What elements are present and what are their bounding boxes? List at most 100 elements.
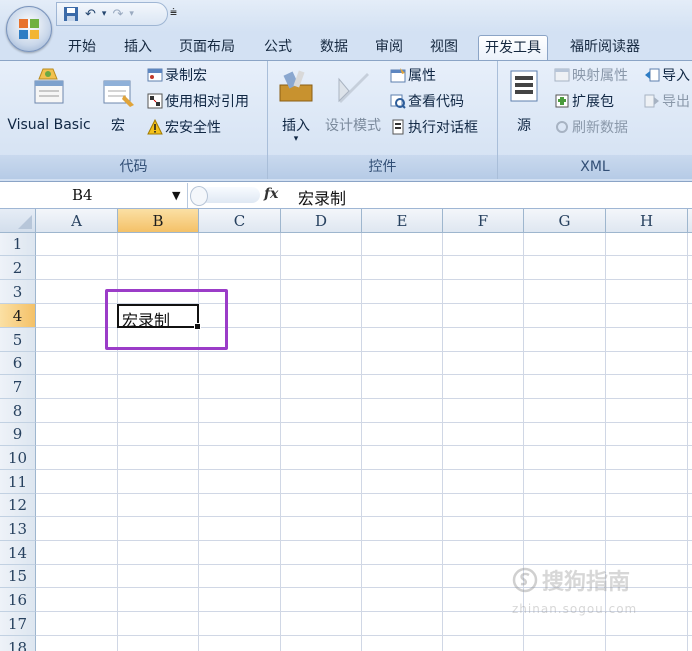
import-button[interactable]: 导入 xyxy=(644,65,690,85)
tab-view[interactable]: 视图 xyxy=(424,35,464,60)
tab-home[interactable]: 开始 xyxy=(62,35,102,60)
gridline xyxy=(36,540,692,541)
column-header-h[interactable]: H xyxy=(606,209,688,233)
row-header-17[interactable]: 17 xyxy=(0,612,36,636)
column-header-i[interactable] xyxy=(688,209,692,233)
import-label: 导入 xyxy=(662,68,690,84)
row-header-2[interactable]: 2 xyxy=(0,256,36,280)
row-header-4[interactable]: 4 xyxy=(0,304,36,328)
export-button[interactable]: 导出 xyxy=(644,91,690,111)
row-header-8[interactable]: 8 xyxy=(0,399,36,423)
row-header-18[interactable]: 18 xyxy=(0,636,36,651)
formula-bar: B4 ▼ fx 宏录制 xyxy=(0,183,692,209)
view-code-icon xyxy=(390,94,406,109)
properties-button[interactable]: 属性 xyxy=(390,65,436,85)
row-header-9[interactable]: 9 xyxy=(0,423,36,446)
design-mode-button[interactable]: 设计模式 xyxy=(320,67,386,135)
tab-data[interactable]: 数据 xyxy=(314,35,354,60)
title-bar: ↶ ▾ ↷ ▾ ⩧ xyxy=(0,0,692,32)
row-header-10[interactable]: 10 xyxy=(0,446,36,470)
row-header-5[interactable]: 5 xyxy=(0,328,36,352)
gridline xyxy=(36,279,692,280)
tab-foxit-reader[interactable]: 福昕阅读器 xyxy=(564,35,646,60)
properties-label: 属性 xyxy=(408,68,436,84)
expansion-packs-label: 扩展包 xyxy=(572,94,614,110)
column-header-e[interactable]: E xyxy=(362,209,443,233)
undo-icon[interactable]: ↶ xyxy=(85,7,96,22)
formula-bar-resize-handle[interactable] xyxy=(190,186,208,206)
formula-input[interactable]: 宏录制 xyxy=(298,185,346,209)
row-header-16[interactable]: 16 xyxy=(0,588,36,612)
column-header-a[interactable]: A xyxy=(36,209,118,233)
gridline xyxy=(36,255,692,256)
ribbon: Visual Basic 宏 录制宏 使用相对引用 宏安全性 代码 插入 ▾ 设… xyxy=(0,60,692,182)
macros-label: 宏 xyxy=(111,118,125,134)
column-header-g[interactable]: G xyxy=(524,209,606,233)
column-header-c[interactable]: C xyxy=(199,209,281,233)
visual-basic-button[interactable]: Visual Basic xyxy=(6,67,92,133)
run-dialog-icon xyxy=(392,119,404,135)
row-header-7[interactable]: 7 xyxy=(0,375,36,399)
watermark-url: zhinan.sogou.com xyxy=(512,602,638,616)
source-button[interactable]: 源 xyxy=(504,69,544,135)
redo-icon[interactable]: ↷ xyxy=(112,7,123,22)
gridline xyxy=(36,516,692,517)
view-code-label: 查看代码 xyxy=(408,94,464,110)
insert-control-button[interactable]: 插入 ▾ xyxy=(274,67,318,144)
relative-reference-button[interactable]: 使用相对引用 xyxy=(147,91,249,111)
row-header-1[interactable]: 1 xyxy=(0,233,36,256)
name-box-dropdown-icon[interactable]: ▼ xyxy=(172,189,180,202)
tab-formulas[interactable]: 公式 xyxy=(258,35,298,60)
visual-basic-label: Visual Basic xyxy=(7,117,91,133)
column-header-b[interactable]: B xyxy=(118,209,199,233)
expansion-packs-icon xyxy=(555,94,569,108)
customize-qat-icon[interactable]: ⩧ xyxy=(170,5,177,20)
tab-review[interactable]: 审阅 xyxy=(369,35,409,60)
gridline xyxy=(442,233,443,651)
gridline xyxy=(280,233,281,651)
code-group-label: 代码 xyxy=(0,155,267,179)
macros-button[interactable]: 宏 xyxy=(96,77,140,135)
name-box[interactable]: B4 ▼ xyxy=(0,183,188,208)
run-dialog-button[interactable]: 执行对话框 xyxy=(390,117,478,137)
row-header-13[interactable]: 13 xyxy=(0,517,36,541)
tab-developer[interactable]: 开发工具 xyxy=(478,35,548,61)
refresh-data-button[interactable]: 刷新数据 xyxy=(554,117,628,137)
watermark: 搜狗指南 zhinan.sogou.com xyxy=(512,564,637,616)
gridline xyxy=(361,233,362,651)
source-label: 源 xyxy=(517,118,531,134)
tab-page-layout[interactable]: 页面布局 xyxy=(173,35,241,60)
redo-dropdown-icon[interactable]: ▾ xyxy=(129,9,134,19)
record-macro-button[interactable]: 录制宏 xyxy=(147,65,207,85)
controls-group: 插入 ▾ 设计模式 属性 查看代码 执行对话框 控件 xyxy=(268,61,498,179)
select-all-button[interactable] xyxy=(0,209,36,233)
watermark-title: 搜狗指南 xyxy=(542,570,631,595)
macros-icon xyxy=(103,80,134,107)
office-button[interactable] xyxy=(6,6,52,52)
formula-bar-divider xyxy=(200,187,260,203)
row-header-12[interactable]: 12 xyxy=(0,494,36,517)
tab-insert[interactable]: 插入 xyxy=(118,35,158,60)
row-header-11[interactable]: 11 xyxy=(0,470,36,494)
row-header-15[interactable]: 15 xyxy=(0,565,36,588)
name-box-value: B4 xyxy=(72,186,93,204)
row-header-14[interactable]: 14 xyxy=(0,541,36,565)
row-header-3[interactable]: 3 xyxy=(0,280,36,304)
record-macro-label: 录制宏 xyxy=(165,68,207,84)
save-icon[interactable] xyxy=(63,6,79,22)
expansion-packs-button[interactable]: 扩展包 xyxy=(554,91,614,111)
worksheet-grid[interactable]: A B C D E F G H 1 2 3 4 5 6 7 8 9 10 11 … xyxy=(0,209,692,651)
gridline xyxy=(36,445,692,446)
view-code-button[interactable]: 查看代码 xyxy=(390,91,464,111)
map-properties-button[interactable]: 映射属性 xyxy=(554,65,628,85)
macro-security-button[interactable]: 宏安全性 xyxy=(147,117,221,137)
gridline xyxy=(36,469,692,470)
gridline xyxy=(36,398,692,399)
row-header-6[interactable]: 6 xyxy=(0,352,36,375)
insert-control-label: 插入 xyxy=(282,118,310,134)
undo-dropdown-icon[interactable]: ▾ xyxy=(102,9,107,19)
insert-function-icon[interactable]: fx xyxy=(264,186,278,202)
macro-security-label: 宏安全性 xyxy=(165,120,221,136)
column-header-d[interactable]: D xyxy=(281,209,362,233)
column-header-f[interactable]: F xyxy=(443,209,524,233)
